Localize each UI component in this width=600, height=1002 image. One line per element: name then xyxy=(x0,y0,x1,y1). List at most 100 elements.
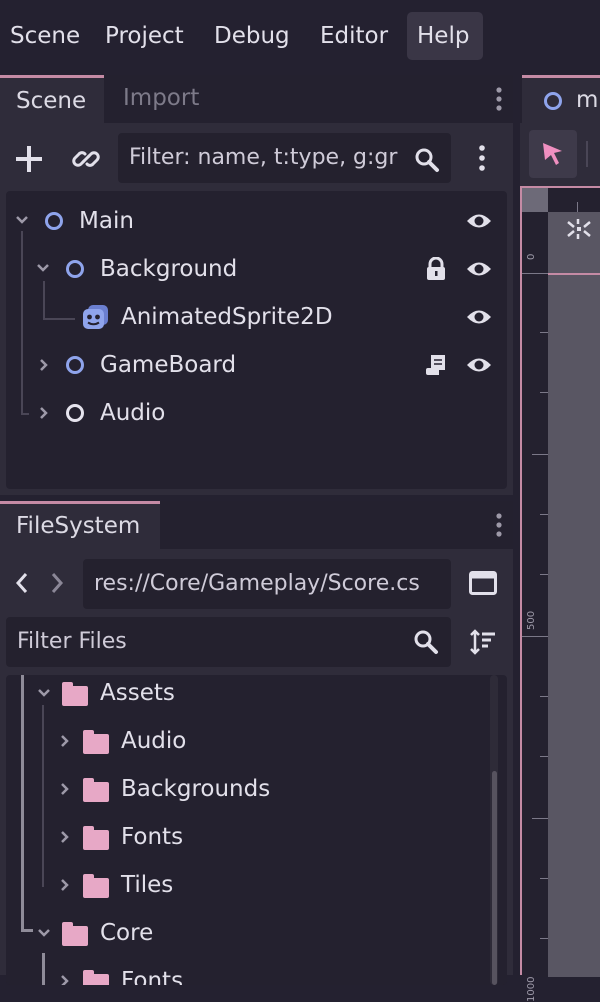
file-row-tiles[interactable]: Tiles xyxy=(6,861,486,909)
scrollbar-thumb[interactable] xyxy=(492,771,497,985)
menu-project[interactable]: Project xyxy=(95,12,194,60)
folder-icon xyxy=(62,682,88,706)
sort-icon[interactable] xyxy=(469,628,497,656)
chevron-right-icon[interactable] xyxy=(59,974,71,985)
script-icon[interactable] xyxy=(424,353,448,377)
menu-scene[interactable]: Scene xyxy=(0,12,90,60)
node-2d-icon xyxy=(544,92,562,110)
node-2d-icon xyxy=(45,212,63,230)
split-icon[interactable] xyxy=(469,571,497,595)
ruler-tick xyxy=(540,696,548,697)
chevron-right-icon[interactable] xyxy=(38,358,50,372)
chevron-down-icon[interactable] xyxy=(15,214,29,226)
chevron-right-icon[interactable] xyxy=(59,782,71,796)
chevron-down-icon[interactable] xyxy=(36,262,50,274)
file-row-fonts[interactable]: Fonts xyxy=(6,813,486,861)
ruler-label: 500 xyxy=(526,610,537,630)
chevron-down-icon[interactable] xyxy=(37,927,51,939)
node-label: AnimatedSprite2D xyxy=(121,304,333,330)
lock-icon[interactable] xyxy=(425,257,447,281)
tree-row-background[interactable]: Background xyxy=(6,245,507,293)
folder-label: Tiles xyxy=(121,872,174,898)
select-mode-button[interactable] xyxy=(529,130,577,178)
left-ruler: 0 500 1000 xyxy=(522,212,548,1002)
ruler-tick xyxy=(522,636,548,637)
filter-files-placeholder: Filter Files xyxy=(17,629,127,654)
top-ruler xyxy=(548,188,600,212)
canvas-area[interactable] xyxy=(548,212,600,977)
node-label: Audio xyxy=(100,400,166,426)
folder-icon xyxy=(83,730,109,754)
tree-row-main[interactable]: Main xyxy=(6,197,507,245)
eye-icon[interactable] xyxy=(466,259,492,279)
ruler-tick xyxy=(540,514,548,515)
search-icon xyxy=(414,147,440,173)
file-row-assets[interactable]: Assets xyxy=(6,675,486,717)
toolbar-separator xyxy=(586,141,588,167)
menu-debug[interactable]: Debug xyxy=(204,12,300,60)
folder-icon xyxy=(83,826,109,850)
ruler-tick xyxy=(540,938,548,939)
eye-icon[interactable] xyxy=(466,307,492,327)
folder-icon xyxy=(62,922,88,946)
menu-help[interactable]: Help xyxy=(407,12,483,60)
file-row-audio[interactable]: Audio xyxy=(6,717,486,765)
select-cursor-icon xyxy=(541,141,565,167)
file-row-backgrounds[interactable]: Backgrounds xyxy=(6,765,486,813)
scene-tab[interactable]: m xyxy=(522,75,600,123)
tab-import[interactable]: Import xyxy=(123,85,199,111)
folder-label: Audio xyxy=(121,728,187,754)
chevron-right-icon[interactable] xyxy=(59,830,71,844)
scene-dock: Scene Import Filter: name, t:type, g:gr … xyxy=(0,75,513,495)
tab-scene[interactable]: Scene xyxy=(0,75,104,123)
folder-icon xyxy=(83,778,109,802)
path-value: res://Core/Gameplay/Score.cs xyxy=(94,571,420,596)
chevron-right-icon[interactable] xyxy=(59,878,71,892)
ruler-label: 0 xyxy=(526,253,537,260)
folder-label: Backgrounds xyxy=(121,776,271,802)
file-tree: Assets Audio Backgrounds Fonts Tiles Cor… xyxy=(6,675,507,985)
center-view-icon[interactable] xyxy=(566,218,592,240)
tree-row-gameboard[interactable]: GameBoard xyxy=(6,341,507,389)
tree-row-animatedsprite2d[interactable]: AnimatedSprite2D xyxy=(6,293,507,341)
scene-options-kebab-icon[interactable] xyxy=(476,143,488,173)
file-row-core-fonts[interactable]: Fonts xyxy=(6,957,486,985)
chevron-right-icon[interactable] xyxy=(38,406,50,420)
ruler-tick xyxy=(532,818,548,819)
folder-icon xyxy=(83,970,109,985)
node-label: Background xyxy=(100,256,238,282)
folder-label: Core xyxy=(100,920,154,946)
viewport-panel: m 0 500 1000 xyxy=(520,75,600,1002)
scene-filter-placeholder: Filter: name, t:type, g:gr xyxy=(129,145,398,170)
path-field[interactable]: res://Core/Gameplay/Score.cs xyxy=(83,559,451,609)
forward-icon[interactable] xyxy=(50,572,64,594)
menu-editor[interactable]: Editor xyxy=(310,12,398,60)
eye-icon[interactable] xyxy=(466,211,492,231)
menu-bar: Scene Project Debug Editor Help xyxy=(0,0,600,74)
chevron-down-icon[interactable] xyxy=(37,687,51,699)
node-2d-icon xyxy=(66,260,84,278)
scene-filter-input[interactable]: Filter: name, t:type, g:gr xyxy=(118,133,451,183)
ruler-tick xyxy=(540,332,548,333)
canvas-edge-line xyxy=(548,273,600,275)
link-icon[interactable] xyxy=(72,145,100,173)
tree-row-audio[interactable]: Audio xyxy=(6,389,507,437)
folder-icon xyxy=(83,874,109,898)
kebab-menu-icon[interactable] xyxy=(493,85,505,115)
tab-filesystem[interactable]: FileSystem xyxy=(0,501,160,549)
kebab-menu-icon[interactable] xyxy=(493,511,505,541)
node-icon xyxy=(66,404,84,422)
eye-icon[interactable] xyxy=(466,355,492,375)
folder-label: Fonts xyxy=(121,968,184,985)
folder-label: Assets xyxy=(100,680,175,706)
add-icon[interactable] xyxy=(15,145,43,173)
filter-files-input[interactable]: Filter Files xyxy=(6,617,451,667)
ruler-label: 1000 xyxy=(526,976,537,1002)
chevron-right-icon[interactable] xyxy=(59,734,71,748)
canvas-frame: 0 500 1000 xyxy=(520,186,600,1002)
ruler-corner xyxy=(522,188,548,212)
ruler-tick xyxy=(522,273,548,274)
search-icon xyxy=(413,629,439,655)
file-row-core[interactable]: Core xyxy=(6,909,486,957)
back-icon[interactable] xyxy=(15,572,29,594)
